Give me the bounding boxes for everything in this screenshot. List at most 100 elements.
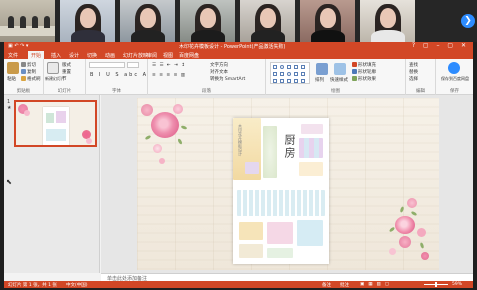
tab-slideshow[interactable]: 幻灯片放映	[123, 52, 148, 59]
ribbon-tabs: 文件 开始 插入 设计 切换 动画 幻灯片放映 审阅 视图 百度网盘	[4, 51, 473, 59]
zoom-level[interactable]: 59%	[452, 282, 462, 287]
shape-effects-button[interactable]: 形状效果	[352, 76, 376, 82]
group-editing: 查找 替换 选择 编辑	[406, 59, 436, 95]
chevron-right-icon[interactable]: ❯	[461, 14, 475, 28]
arrange-icon[interactable]	[316, 63, 328, 75]
participant-tile[interactable]	[60, 0, 115, 42]
group-drawing: 排列 快速样式 形状填充 形状轮廓 形状效果 绘图	[266, 59, 406, 95]
mouse-cursor-icon: ⬉	[6, 178, 12, 186]
tab-transitions[interactable]: 切换	[87, 52, 97, 59]
slide-thumbnail-pane: 1 ★	[4, 95, 100, 273]
layout-button[interactable]: 版式	[62, 62, 71, 68]
quick-access-toolbar[interactable]: ▣ ↶ ↷ ▾	[8, 43, 28, 49]
participant-tile[interactable]	[300, 0, 355, 42]
tab-view[interactable]: 视图	[163, 52, 173, 59]
title-bar: ▣ ↶ ↷ ▾ 木印花卉模板设计 - PowerPoint(产品激活失败) ? …	[4, 42, 473, 51]
new-slide-icon[interactable]	[47, 62, 59, 74]
window-title: 木印花卉模板设计 - PowerPoint(产品激活失败)	[179, 44, 286, 50]
poster-subtitle: 木印花卉模板设计	[238, 124, 243, 156]
powerpoint-window: ▣ ↶ ↷ ▾ 木印花卉模板设计 - PowerPoint(产品激活失败) ? …	[4, 42, 473, 288]
comments-toggle[interactable]: 批注	[340, 282, 349, 288]
tab-file[interactable]: 文件	[8, 52, 18, 59]
find-button[interactable]: 查找	[409, 62, 418, 68]
rose-decoration	[399, 236, 411, 248]
participant-tile[interactable]	[0, 0, 55, 42]
language-indicator[interactable]: 中文(中国)	[66, 282, 88, 288]
slide-canvas[interactable]: 木印花卉模板设计 厨房	[137, 98, 439, 270]
tab-design[interactable]: 设计	[69, 52, 79, 59]
rose-decoration	[141, 104, 153, 116]
group-label: 绘图	[331, 89, 340, 94]
view-buttons[interactable]: ▣▦▥▢	[360, 282, 393, 287]
tab-insert[interactable]: 插入	[51, 52, 61, 59]
tab-home[interactable]: 开始	[28, 51, 45, 59]
replace-button[interactable]: 替换	[409, 69, 418, 75]
group-label: 幻灯片	[57, 89, 72, 94]
slide-count: 幻灯片 第 1 张，共 1 张	[8, 283, 57, 288]
font-size-select[interactable]	[127, 62, 139, 68]
rose-decoration	[417, 228, 426, 237]
group-slides: 新建幻灯片 版式 重置 节 幻灯片	[44, 59, 86, 95]
group-label: 保存	[450, 89, 459, 94]
group-clipboard: 粘贴 剪切 复制 格式刷 剪贴板	[4, 59, 44, 95]
participant-strip: ❯	[0, 0, 477, 42]
rose-decoration	[173, 104, 183, 114]
window-controls[interactable]: ? ▢ – ▢ ✕	[412, 42, 469, 49]
arrange-button[interactable]: 排列	[315, 77, 324, 83]
tab-baidu[interactable]: 百度网盘	[179, 52, 199, 59]
list-buttons[interactable]: ☰ ☰ ⇤ ⇥ ↕	[152, 63, 186, 68]
shape-fill-button[interactable]: 形状填充	[352, 62, 376, 68]
select-button[interactable]: 选择	[409, 76, 418, 82]
group-font: B I U S abc A 字体	[86, 59, 148, 95]
quick-styles-button[interactable]: 快速样式	[330, 77, 348, 83]
quick-styles-icon[interactable]	[334, 63, 346, 75]
group-label: 剪贴板	[16, 89, 31, 94]
animation-star-icon: ★	[7, 105, 12, 111]
reset-button[interactable]: 重置	[62, 69, 71, 75]
rose-decoration	[389, 248, 396, 255]
smartart-button[interactable]: 转换为 SmartArt	[210, 76, 245, 82]
rose-decoration	[151, 112, 179, 138]
zoom-slider-handle[interactable]	[435, 282, 437, 287]
ribbon: 粘贴 剪切 复制 格式刷 剪贴板 新建幻灯片 版式 重置 节 幻灯片 B I U…	[4, 59, 473, 95]
format-painter-button[interactable]: 格式刷	[21, 76, 41, 82]
participant-tile[interactable]	[240, 0, 295, 42]
participant-tile[interactable]	[180, 0, 235, 42]
rose-decoration	[159, 158, 165, 164]
slide-thumbnail[interactable]	[14, 100, 97, 147]
group-label: 编辑	[416, 89, 425, 94]
status-bar: 幻灯片 第 1 张，共 1 张 中文(中国) 备注 批注 ▣▦▥▢ 59%	[4, 281, 473, 288]
save-to-cloud-button[interactable]: 保存到百度网盘	[438, 76, 472, 82]
rose-decoration	[421, 252, 429, 260]
screen: ❯ ▣ ↶ ↷ ▾ 木印花卉模板设计 - PowerPoint(产品激活失败) …	[0, 0, 477, 290]
tab-animations[interactable]: 动画	[105, 52, 115, 59]
cut-button[interactable]: 剪切	[21, 62, 36, 68]
rose-decoration	[395, 216, 415, 234]
text-direction-button[interactable]: 文字方向	[210, 62, 228, 68]
tab-review[interactable]: 审阅	[147, 52, 157, 59]
shape-outline-button[interactable]: 形状轮廓	[352, 69, 376, 75]
rose-decoration	[153, 144, 162, 153]
section-button[interactable]: 节	[62, 76, 67, 82]
slide-editor: 木印花卉模板设计 厨房	[101, 95, 473, 273]
participant-tile[interactable]	[360, 0, 415, 42]
copy-button[interactable]: 复制	[21, 69, 36, 75]
align-buttons[interactable]: ≡ ≡ ≡ ≡ ▥	[152, 73, 186, 78]
participant-tile[interactable]	[120, 0, 175, 42]
group-save: 保存到百度网盘 保存	[436, 59, 473, 95]
group-label: 字体	[112, 89, 121, 94]
poster-title: 厨房	[283, 134, 296, 160]
notes-pane[interactable]: 单击此处添加备注	[101, 273, 473, 282]
align-text-button[interactable]: 对齐文本	[210, 69, 228, 75]
shapes-gallery[interactable]	[270, 62, 310, 84]
poster-preview: 木印花卉模板设计 厨房	[233, 118, 329, 264]
notes-toggle[interactable]: 备注	[322, 282, 331, 288]
paste-button[interactable]: 粘贴	[7, 76, 16, 82]
group-paragraph: ☰ ☰ ⇤ ⇥ ↕ ≡ ≡ ≡ ≡ ▥ 文字方向 对齐文本 转换为 SmartA…	[148, 59, 266, 95]
group-label: 段落	[202, 89, 211, 94]
font-name-select[interactable]	[89, 62, 125, 68]
paste-icon[interactable]	[7, 62, 19, 74]
cloud-icon[interactable]	[448, 62, 460, 74]
font-format-buttons[interactable]: B I U S abc A	[90, 72, 148, 78]
rose-decoration	[407, 198, 417, 208]
